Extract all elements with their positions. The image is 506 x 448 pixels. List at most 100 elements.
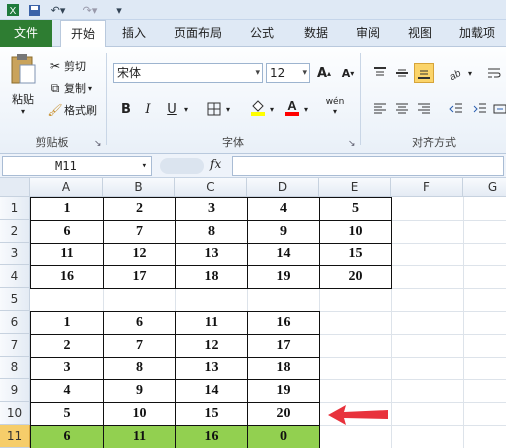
cell-c1[interactable]: 3 (175, 197, 248, 221)
fill-dropdown-icon[interactable]: ▾ (266, 99, 278, 119)
cell-e4[interactable]: 20 (319, 265, 392, 290)
cell-c8[interactable]: 13 (175, 356, 248, 381)
save-icon[interactable] (26, 2, 42, 18)
column-header-f[interactable]: F (391, 178, 463, 197)
formula-input[interactable] (232, 156, 504, 176)
cell-c10[interactable]: 15 (175, 402, 248, 426)
cell-b2[interactable]: 7 (103, 219, 176, 244)
cell-b1[interactable]: 2 (103, 197, 176, 221)
row-header-6[interactable]: 6 (0, 311, 30, 334)
cell-b6[interactable]: 6 (103, 311, 176, 335)
column-header-a[interactable]: A (30, 178, 103, 197)
row-header-9[interactable]: 9 (0, 379, 30, 403)
orientation-dropdown-icon[interactable]: ▾ (464, 63, 476, 83)
cell-d2[interactable]: 9 (247, 219, 320, 244)
tab-page-layout[interactable]: 页面布局 (166, 20, 230, 47)
copy-dropdown-icon[interactable]: ▾ (88, 84, 92, 93)
cell-a9[interactable]: 4 (30, 379, 104, 404)
bold-icon[interactable]: B (116, 99, 136, 119)
align-left-icon[interactable] (370, 99, 390, 119)
cell-a10[interactable]: 5 (30, 402, 104, 426)
cell-a4[interactable]: 16 (30, 265, 104, 290)
copy-button[interactable]: ⧉ 复制 ▾ (46, 79, 92, 97)
cell-a3[interactable]: 11 (30, 242, 104, 267)
cell-b10[interactable]: 10 (103, 402, 176, 426)
cell-c4[interactable]: 18 (175, 265, 248, 290)
wrap-text-icon[interactable] (484, 63, 504, 83)
underline-dropdown-icon[interactable]: ▾ (180, 99, 192, 119)
italic-icon[interactable]: I (138, 99, 158, 119)
row-header-4[interactable]: 4 (0, 265, 30, 289)
phonetic-guide-button[interactable]: wén ▾ (320, 97, 350, 117)
font-color-dropdown-icon[interactable]: ▾ (300, 99, 312, 119)
underline-icon[interactable]: U (162, 99, 182, 119)
row-header-7[interactable]: 7 (0, 333, 30, 357)
cell-a8[interactable]: 3 (30, 356, 104, 381)
cell-b9[interactable]: 9 (103, 379, 176, 404)
cell-a2[interactable]: 6 (30, 219, 104, 244)
cell-b3[interactable]: 12 (103, 242, 176, 267)
row-header-10[interactable]: 10 (0, 402, 30, 425)
paste-dropdown-icon[interactable]: ▾ (21, 107, 25, 116)
increase-font-size-icon[interactable]: A ▴ (314, 63, 334, 83)
cell-e3[interactable]: 15 (319, 242, 392, 267)
tab-insert[interactable]: 插入 (112, 20, 156, 47)
tab-data[interactable]: 数据 (294, 20, 338, 47)
redo-icon[interactable]: ↷▾ (78, 2, 102, 18)
cell-e1[interactable]: 5 (319, 197, 392, 221)
cell-d3[interactable]: 14 (247, 242, 320, 267)
cell-a6[interactable]: 1 (30, 311, 104, 335)
decrease-font-size-icon[interactable]: A ▾ (338, 63, 358, 83)
row-header-5[interactable]: 5 (0, 288, 30, 311)
cut-button[interactable]: ✂ 剪切 (46, 57, 86, 75)
cell-d7[interactable]: 17 (247, 333, 320, 358)
cell-d1[interactable]: 4 (247, 197, 320, 221)
cell-d10[interactable]: 20 (247, 402, 320, 426)
cell-a1[interactable]: 1 (30, 197, 104, 221)
row-header-2[interactable]: 2 (0, 219, 30, 243)
align-middle-icon[interactable] (392, 63, 412, 83)
row-header-1[interactable]: 1 (0, 197, 30, 220)
cell-b4[interactable]: 17 (103, 265, 176, 290)
cell-c2[interactable]: 8 (175, 219, 248, 244)
align-bottom-icon[interactable] (414, 63, 434, 83)
column-header-g[interactable]: G (463, 178, 506, 197)
cell-d8[interactable]: 18 (247, 356, 320, 381)
worksheet-grid[interactable]: ABCDEFG 1 2 3 4 5 6 7 8 9 10 11 1 2 3 4 5 6 7 8 9 10 11 12 13 1… (0, 178, 506, 448)
cell-b8[interactable]: 8 (103, 356, 176, 381)
orientation-icon[interactable]: ab (446, 63, 466, 83)
paste-button[interactable]: 粘贴 ▾ (6, 53, 40, 117)
cell-d4[interactable]: 19 (247, 265, 320, 290)
column-header-b[interactable]: B (103, 178, 175, 197)
decrease-indent-icon[interactable] (446, 99, 466, 119)
align-right-icon[interactable] (414, 99, 434, 119)
insert-function-icon[interactable]: fx (210, 157, 221, 171)
tab-file[interactable]: 文件 (0, 20, 52, 47)
font-size-select[interactable]: 12 ▾ (266, 63, 310, 83)
font-name-select[interactable]: 宋体 ▾ (113, 63, 263, 83)
undo-icon[interactable]: ↶▾ (46, 2, 70, 18)
select-all-corner[interactable] (0, 178, 30, 197)
cell-d11[interactable]: 0 (247, 425, 320, 448)
borders-dropdown-icon[interactable]: ▾ (222, 99, 234, 119)
formula-bar-splitter[interactable] (160, 158, 204, 174)
chevron-down-icon[interactable]: ▾ (142, 157, 147, 175)
row-header-11[interactable]: 11 (0, 425, 30, 448)
tab-review[interactable]: 审阅 (346, 20, 390, 47)
format-painter-button[interactable]: 🖌 格式刷 (46, 101, 97, 119)
cell-c6[interactable]: 11 (175, 311, 248, 335)
tab-addins[interactable]: 加载项 (450, 20, 504, 47)
row-header-3[interactable]: 3 (0, 242, 30, 266)
name-box[interactable]: M11 ▾ (2, 156, 152, 176)
cell-a11[interactable]: 6 (30, 425, 104, 448)
tab-view[interactable]: 视图 (398, 20, 442, 47)
cell-c11[interactable]: 16 (175, 425, 248, 448)
cell-d9[interactable]: 19 (247, 379, 320, 404)
column-header-e[interactable]: E (319, 178, 391, 197)
column-header-c[interactable]: C (175, 178, 247, 197)
cell-c9[interactable]: 14 (175, 379, 248, 404)
cell-c7[interactable]: 12 (175, 333, 248, 358)
align-center-icon[interactable] (392, 99, 412, 119)
cell-a7[interactable]: 2 (30, 333, 104, 358)
borders-icon[interactable] (204, 99, 224, 119)
